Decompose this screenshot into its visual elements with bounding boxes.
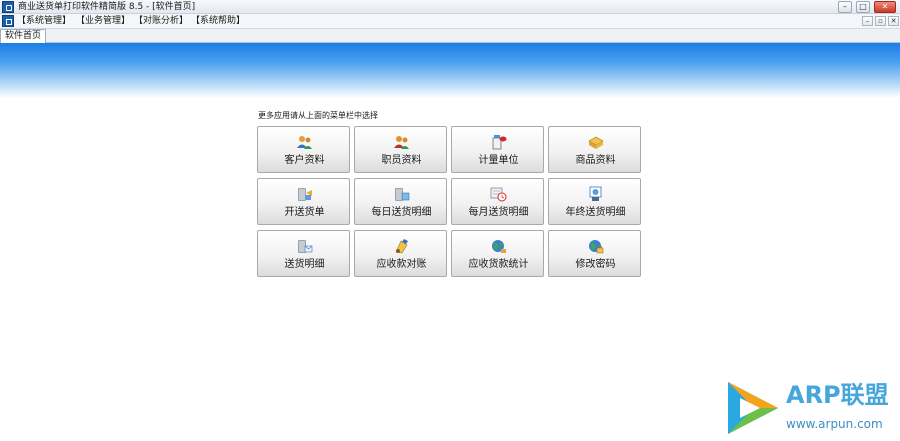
tile-delivery-detail[interactable]: 送货明细 (257, 230, 350, 277)
yearly-detail-icon (589, 186, 602, 201)
create-delivery-icon (298, 188, 312, 201)
tile-label: 每月送货明细 (468, 207, 529, 218)
tile-monthly-delivery-detail[interactable]: 每月送货明细 (451, 178, 544, 225)
window-title: 商业送货单打印软件精简版 8.5 - [软件首页] (18, 2, 196, 12)
child-restore-button[interactable]: ▫ (875, 16, 886, 26)
header-banner (0, 43, 900, 98)
customers-icon (297, 136, 312, 149)
menu-business-management[interactable]: 【业务管理】 (76, 16, 130, 27)
window-close-button[interactable]: ✕ (874, 1, 896, 13)
watermark-brand: ARP联盟 (786, 381, 889, 409)
delivery-detail-icon (298, 240, 313, 253)
child-close-button[interactable]: ✕ (888, 16, 899, 26)
tile-create-delivery-note[interactable]: 开送货单 (257, 178, 350, 225)
receivables-icon (395, 239, 408, 254)
menu-bar: 【系统管理】 【业务管理】 【对账分析】 【系统帮助】 – ▫ ✕ (0, 14, 900, 29)
monthly-detail-icon (490, 187, 507, 202)
watermark-url: www.arpun.com (786, 417, 883, 431)
child-minimize-button[interactable]: – (862, 16, 873, 26)
products-icon (588, 136, 604, 149)
quick-launch-grid: 客户资料 职员资料 计量单位 商品资料 开送货单 每日送货明细 每月送货明细 年… (257, 126, 641, 278)
tile-staff-info[interactable]: 职员资料 (354, 126, 447, 173)
menu-reconciliation-analysis[interactable]: 【对账分析】 (134, 16, 188, 27)
tab-home[interactable]: 软件首页 (0, 29, 47, 43)
tile-yearly-delivery-detail[interactable]: 年终送货明细 (548, 178, 641, 225)
tile-label: 开送货单 (284, 207, 325, 218)
daily-detail-icon (395, 188, 410, 201)
tile-product-info[interactable]: 商品资料 (548, 126, 641, 173)
arp-watermark: ARP联盟 www.arpun.com (722, 378, 898, 440)
statistics-icon (492, 240, 506, 253)
tab-bar: 软件首页 (0, 29, 900, 43)
tile-units[interactable]: 计量单位 (451, 126, 544, 173)
tile-change-password[interactable]: 修改密码 (548, 230, 641, 277)
menu-system-management[interactable]: 【系统管理】 (17, 16, 71, 27)
tile-label: 每日送货明细 (371, 207, 432, 218)
units-icon (492, 135, 507, 150)
password-icon (589, 240, 604, 254)
staff-icon (394, 136, 409, 149)
tile-label: 应收货款统计 (468, 259, 529, 270)
tile-label: 客户资料 (284, 155, 325, 166)
tile-label: 修改密码 (575, 259, 616, 270)
tile-receivables-reconciliation[interactable]: 应收款对账 (354, 230, 447, 277)
tile-label: 计量单位 (478, 155, 519, 166)
menu-system-help[interactable]: 【系统帮助】 (191, 16, 245, 27)
tile-label: 年终送货明细 (565, 207, 626, 218)
tile-label: 应收款对账 (376, 259, 427, 270)
play-logo-icon (728, 382, 778, 434)
window-minimize-button[interactable]: – (838, 1, 852, 13)
window-maximize-button[interactable]: □ (856, 1, 870, 13)
tile-label: 商品资料 (575, 155, 616, 166)
tile-daily-delivery-detail[interactable]: 每日送货明细 (354, 178, 447, 225)
hint-text: 更多应用请从上面的菜单栏中选择 (258, 111, 378, 120)
tile-receivables-statistics[interactable]: 应收货款统计 (451, 230, 544, 277)
window-titlebar: 商业送货单打印软件精简版 8.5 - [软件首页] – □ ✕ (0, 0, 900, 14)
tile-label: 职员资料 (381, 155, 422, 166)
app-icon (2, 1, 14, 13)
document-icon (2, 15, 14, 27)
tile-customer-info[interactable]: 客户资料 (257, 126, 350, 173)
tile-label: 送货明细 (284, 259, 325, 270)
